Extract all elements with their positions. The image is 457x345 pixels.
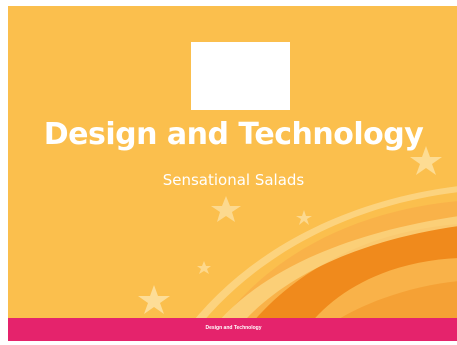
star-icon — [138, 285, 170, 314]
footer-bar: Design and Technology — [8, 318, 457, 341]
footer-label: Design and Technology — [205, 325, 262, 331]
footer-text: Design and Technology — [8, 324, 457, 332]
star-icon — [296, 210, 312, 225]
image-placeholder — [191, 42, 290, 110]
page-title: Design and Technology — [43, 117, 424, 152]
star-icon — [211, 196, 241, 222]
title-slide: Design and Technology Sensational Salads… — [8, 6, 457, 341]
star-icon — [197, 261, 211, 274]
page-subtitle: Sensational Salads — [162, 171, 305, 189]
